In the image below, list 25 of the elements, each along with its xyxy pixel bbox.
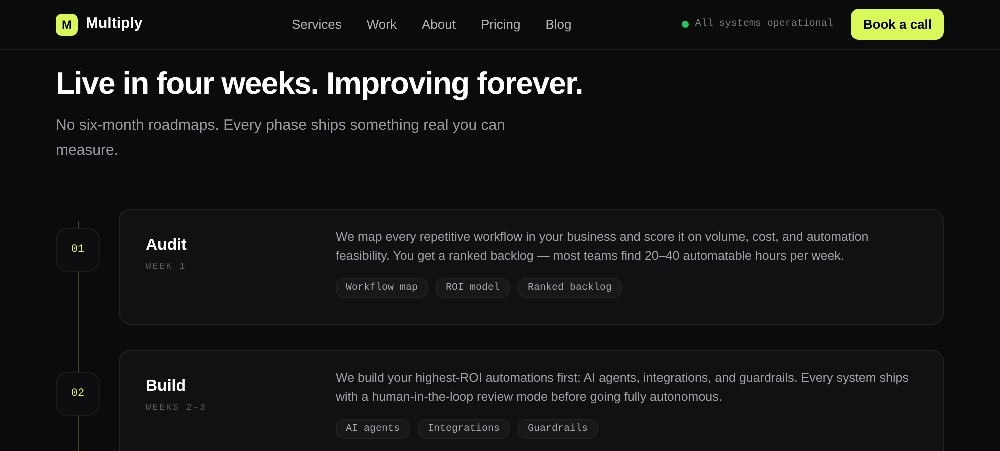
hero-subtitle: No six-month roadmaps. Every phase ships something real you can measure. bbox=[56, 116, 506, 161]
phase-description: We map every repetitive workflow in your business and score it on volume, cost, and automation feasibility. You get a ranked backlog — most teams find 20–40 automatable hours per week. bbox=[336, 229, 870, 265]
nav-link[interactable]: About bbox=[422, 14, 456, 34]
phase-tag: Integrations bbox=[418, 419, 510, 439]
phase-duration: WEEKS 2-3 bbox=[146, 402, 208, 415]
logo-badge: M bbox=[56, 14, 78, 36]
nav-link[interactable]: Services bbox=[292, 14, 342, 34]
nav-link[interactable]: Work bbox=[366, 14, 397, 34]
phase-tag: Workflow map bbox=[336, 278, 428, 298]
nav-link[interactable]: Pricing bbox=[480, 14, 521, 34]
phase-title: Audit bbox=[146, 236, 188, 256]
phase-tag: Ranked backlog bbox=[518, 278, 622, 298]
phase-tag: Guardrails bbox=[518, 419, 598, 439]
phase-description: We build your highest-ROI automations first: AI agents, integrations, and guardrails. Every system ships with a human-in-the-loop review mode before going fully autonomous. bbox=[336, 370, 910, 406]
step-number: 01 bbox=[56, 228, 100, 272]
status-text: All systems operational bbox=[695, 18, 834, 32]
step-number: 02 bbox=[56, 372, 100, 416]
phase-tag: ROI model bbox=[436, 278, 510, 298]
phase-tag: AI agents bbox=[336, 419, 410, 439]
book-call-button[interactable]: Book a call bbox=[851, 9, 944, 40]
hero-title: Live in four weeks. Improving forever. bbox=[56, 65, 584, 103]
brand-name: Multiply bbox=[86, 14, 143, 34]
phase-duration: WEEK 1 bbox=[146, 261, 188, 274]
nav-link[interactable]: Blog bbox=[546, 14, 572, 34]
phase-title: Build bbox=[146, 377, 187, 397]
